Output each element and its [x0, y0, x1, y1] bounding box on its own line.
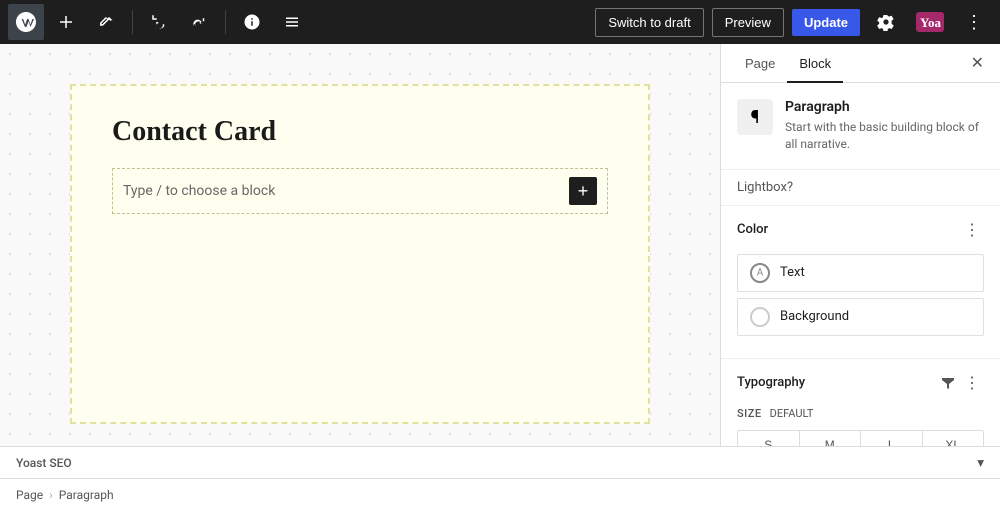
color-panel-title: Color: [737, 222, 768, 237]
typography-filter-button[interactable]: [940, 375, 956, 391]
breadcrumb-paragraph[interactable]: Paragraph: [59, 488, 114, 502]
redo-icon: [190, 13, 208, 31]
typography-panel-menu-button[interactable]: ⋮: [960, 371, 984, 395]
main-toolbar: Switch to draft Preview Update Yoa ⋮: [0, 0, 1000, 44]
plus-icon: [57, 13, 75, 31]
block-description-text: Start with the basic building block of a…: [785, 119, 984, 153]
size-l-button[interactable]: L: [861, 431, 923, 446]
tools-button[interactable]: [88, 4, 124, 40]
size-m-button[interactable]: M: [800, 431, 862, 446]
block-type-icon: ¶: [737, 99, 773, 135]
background-color-label: Background: [780, 309, 849, 324]
block-info: ¶ Paragraph Start with the basic buildin…: [721, 83, 1000, 170]
yoast-icon: Yoa: [916, 12, 944, 32]
yoast-label: Yoast SEO: [16, 456, 72, 470]
switch-to-draft-button[interactable]: Switch to draft: [595, 8, 703, 37]
background-color-circle: [750, 307, 770, 327]
text-color-circle: A: [750, 263, 770, 283]
typography-panel-body: SIZE DEFAULT S M L XL: [721, 407, 1000, 446]
list-view-icon: [283, 13, 301, 31]
block-heading[interactable]: Contact Card: [112, 116, 608, 148]
size-buttons: S M L XL: [737, 430, 984, 446]
block-description: Paragraph Start with the basic building …: [785, 99, 984, 153]
tools-icon: [97, 13, 115, 31]
typography-panel-actions: ⋮: [940, 371, 984, 395]
divider-2: [225, 10, 226, 34]
text-color-label: Text: [780, 265, 805, 280]
more-options-button[interactable]: ⋮: [956, 4, 992, 40]
settings-button[interactable]: [868, 4, 904, 40]
update-button[interactable]: Update: [792, 9, 860, 36]
redo-button[interactable]: [181, 4, 217, 40]
block-name: Paragraph: [785, 99, 984, 115]
wp-logo-icon: [16, 12, 36, 32]
yoast-button[interactable]: Yoa: [912, 8, 948, 36]
preview-button[interactable]: Preview: [712, 8, 784, 37]
breadcrumb-page[interactable]: Page: [16, 488, 43, 502]
undo-button[interactable]: [141, 4, 177, 40]
size-s-button[interactable]: S: [738, 431, 800, 446]
size-label: SIZE: [737, 407, 762, 420]
main-area: Contact Card Type / to choose a block + …: [0, 44, 1000, 446]
undo-icon: [150, 13, 168, 31]
color-panel-menu-button[interactable]: ⋮: [960, 218, 984, 242]
typography-panel: Typography ⋮ SIZE DEFAULT S: [721, 359, 1000, 446]
size-default-label: DEFAULT: [770, 407, 814, 420]
add-block-inline-button[interactable]: +: [569, 177, 597, 205]
sidebar-tabs: Page Block ✕: [721, 44, 1000, 83]
gear-icon: [877, 13, 895, 31]
info-icon: [243, 13, 261, 31]
paragraph-placeholder: Type / to choose a block: [123, 183, 275, 199]
tab-page[interactable]: Page: [733, 44, 787, 83]
toolbar-right: Switch to draft Preview Update Yoa ⋮: [595, 4, 992, 40]
lightbox-row: Lightbox?: [721, 170, 1000, 206]
sidebar: Page Block ✕ ¶ Paragraph Start with the …: [720, 44, 1000, 446]
filter-icon: [940, 375, 956, 391]
color-panel-body: A Text Background: [721, 254, 1000, 358]
color-panel-header[interactable]: Color ⋮: [721, 206, 1000, 254]
toolbar-left: [8, 4, 591, 40]
size-xl-button[interactable]: XL: [923, 431, 984, 446]
editor-content: Contact Card Type / to choose a block +: [70, 84, 650, 424]
color-text-item[interactable]: A Text: [737, 254, 984, 292]
yoast-bottom-bar: Yoast SEO ▾: [0, 446, 1000, 478]
editor-canvas[interactable]: Contact Card Type / to choose a block +: [0, 44, 720, 446]
add-block-button[interactable]: [48, 4, 84, 40]
wp-logo[interactable]: [8, 4, 44, 40]
svg-text:Yoa: Yoa: [920, 15, 941, 30]
lightbox-label: Lightbox?: [737, 180, 793, 195]
typography-panel-header[interactable]: Typography ⋮: [721, 359, 1000, 407]
color-panel-actions: ⋮: [960, 218, 984, 242]
color-background-item[interactable]: Background: [737, 298, 984, 336]
size-label-row: SIZE DEFAULT: [737, 407, 984, 420]
sidebar-close-button[interactable]: ✕: [967, 49, 988, 77]
divider-1: [132, 10, 133, 34]
list-view-button[interactable]: [274, 4, 310, 40]
yoast-toggle-button[interactable]: ▾: [977, 455, 984, 471]
typography-panel-title: Typography: [737, 375, 805, 390]
paragraph-block[interactable]: Type / to choose a block +: [112, 168, 608, 214]
breadcrumb: Page › Paragraph: [0, 478, 1000, 510]
tab-block[interactable]: Block: [787, 44, 843, 83]
color-panel: Color ⋮ A Text Background: [721, 206, 1000, 359]
breadcrumb-separator: ›: [49, 488, 53, 502]
details-button[interactable]: [234, 4, 270, 40]
